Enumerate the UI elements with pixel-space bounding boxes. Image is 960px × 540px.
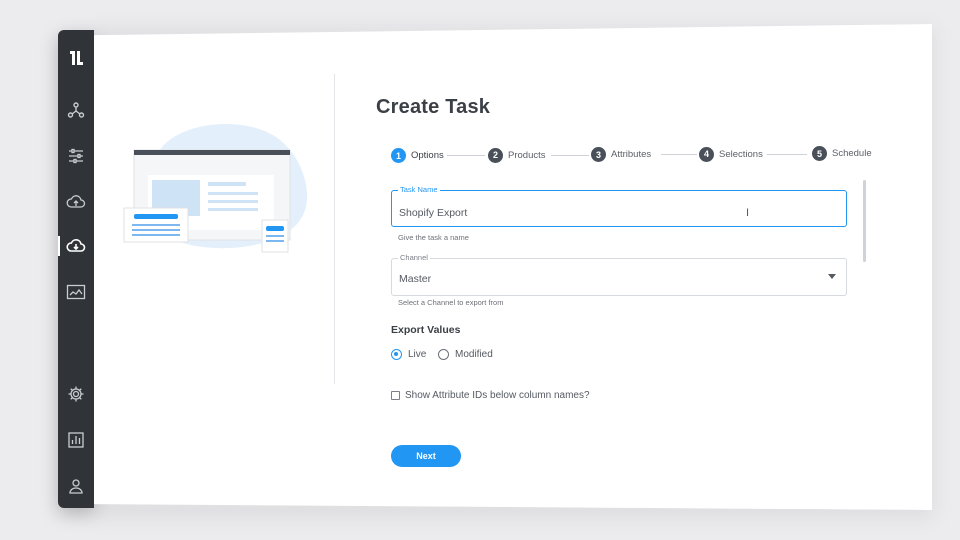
brand-logo-icon[interactable]	[58, 44, 94, 72]
radio-ring	[391, 349, 402, 360]
step-connector	[767, 153, 807, 155]
image-chart-icon[interactable]	[58, 278, 94, 306]
step-attributes[interactable]: 3 Attributes	[591, 147, 651, 162]
channel-label: Channel	[398, 253, 430, 262]
stepper: 1 Options 2 Products 3 Attributes 4 Sele…	[391, 145, 873, 165]
network-icon[interactable]	[58, 96, 94, 124]
step-number: 5	[812, 146, 827, 161]
report-icon[interactable]	[58, 426, 94, 454]
step-number: 3	[591, 147, 606, 162]
task-name-helper: Give the task a name	[398, 233, 469, 242]
gear-icon[interactable]	[58, 380, 94, 408]
text-cursor-icon: I	[746, 207, 750, 219]
step-number: 2	[488, 147, 503, 163]
step-label: Options	[411, 150, 444, 161]
page-title: Create Task	[376, 96, 491, 118]
step-number: 1	[391, 148, 406, 163]
radio-label: Live	[408, 349, 427, 360]
step-connector	[447, 155, 485, 156]
step-options[interactable]: 1 Options	[391, 148, 444, 163]
sidebar	[58, 30, 94, 508]
scrollbar[interactable]	[863, 180, 866, 262]
app-window: Create Task 1 Options 2 Products 3 Attri…	[0, 0, 960, 540]
step-label: Schedule	[832, 148, 872, 159]
cloud-download-icon[interactable]	[58, 232, 94, 260]
step-connector	[661, 154, 697, 155]
task-name-label: Task Name	[398, 185, 440, 194]
step-connector	[551, 154, 589, 156]
chevron-down-icon	[828, 274, 836, 279]
channel-helper: Select a Channel to export from	[398, 298, 504, 307]
task-name-value[interactable]: Shopify Export	[399, 207, 467, 219]
export-illustration	[120, 120, 315, 260]
sliders-icon[interactable]	[58, 142, 94, 170]
cloud-upload-icon[interactable]	[58, 188, 94, 216]
step-schedule[interactable]: 5 Schedule	[812, 146, 872, 161]
step-label: Products	[508, 149, 546, 161]
checkbox-label: Show Attribute IDs below column names?	[405, 390, 590, 401]
export-values-title: Export Values	[391, 324, 461, 336]
radio-live[interactable]: Live	[391, 349, 426, 360]
panel-divider	[334, 74, 335, 384]
step-label: Attributes	[611, 149, 652, 160]
checkbox-box	[391, 391, 400, 400]
step-number: 4	[699, 146, 714, 162]
radio-ring	[438, 349, 449, 360]
channel-value: Master	[399, 273, 432, 285]
step-label: Selections	[719, 148, 763, 160]
show-attribute-ids-checkbox[interactable]: Show Attribute IDs below column names?	[391, 390, 590, 401]
next-button[interactable]: Next	[391, 445, 461, 467]
step-products[interactable]: 2 Products	[488, 147, 546, 163]
user-icon[interactable]	[58, 472, 94, 500]
radio-modified[interactable]: Modified	[438, 349, 493, 360]
channel-select[interactable]: Channel Master	[391, 253, 847, 296]
task-name-field[interactable]: Task Name Shopify Export I	[391, 185, 847, 227]
step-selections[interactable]: 4 Selections	[699, 146, 763, 162]
radio-label: Modified	[455, 349, 493, 360]
